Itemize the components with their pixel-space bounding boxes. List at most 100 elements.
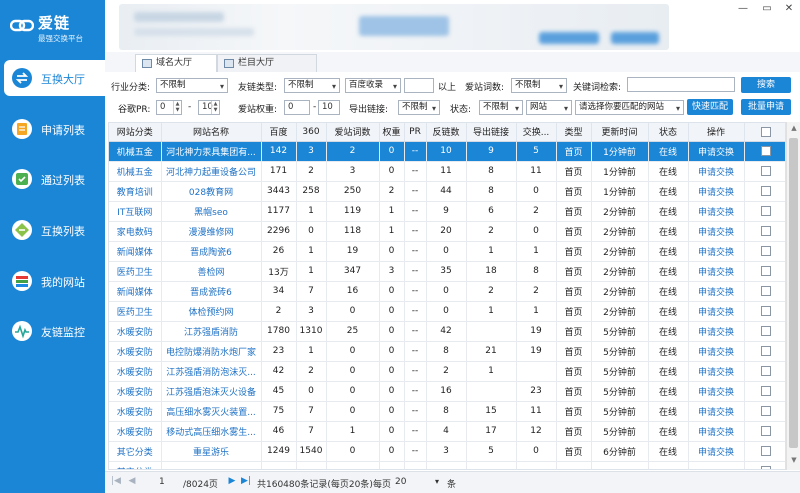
per-page-select[interactable]: 20: [395, 477, 406, 487]
apply-exchange-link[interactable]: 申请交换: [688, 321, 745, 342]
table-row[interactable]: 医药卫生 善检网 13万 1 347 3 -- 35 18 8 首页 2分钟前 在线 申请交换: [109, 261, 785, 282]
scrollbar-thumb[interactable]: [789, 138, 798, 448]
apply-exchange-link[interactable]: 申请交换: [688, 201, 745, 222]
table-row[interactable]: 其它分类: [109, 461, 785, 469]
apply-exchange-link[interactable]: 申请交换: [688, 401, 745, 422]
row-checkbox[interactable]: [760, 425, 771, 436]
site-name-cell[interactable]: 电控防爆消防水炮厂家: [161, 341, 262, 362]
nav-exchange-hall[interactable]: 互换大厅: [4, 60, 105, 96]
column-header[interactable]: 百度: [261, 123, 297, 142]
apply-exchange-link[interactable]: 申请交换: [688, 301, 745, 322]
column-header[interactable]: 交换...: [516, 123, 557, 142]
site-name-cell[interactable]: [161, 461, 262, 469]
table-row[interactable]: 水暖安防 高压细水雾灭火装置... 75 7 0 0 -- 8 15 11 首页 5分钟前 在线 申请交换: [109, 401, 785, 422]
site-name-cell[interactable]: 黑帽seo: [161, 201, 262, 222]
site-name-cell[interactable]: 晋成陶瓷6: [161, 241, 262, 262]
site-name-cell[interactable]: 江苏强盾消防: [161, 321, 262, 342]
industry-select[interactable]: 不限制 ▾: [156, 78, 228, 93]
apply-exchange-link[interactable]: 申请交换: [688, 261, 745, 282]
link-type-select[interactable]: 不限制 ▾: [284, 78, 340, 93]
row-checkbox[interactable]: [760, 305, 771, 316]
row-checkbox[interactable]: [760, 405, 771, 416]
table-row[interactable]: 机械五金 河北神力汞具集团有... 142 3 2 0 -- 10 9 5 首页 1分钟前 在线 申请交换: [109, 141, 785, 162]
apply-exchange-link[interactable]: 申请交换: [688, 161, 745, 182]
site-name-cell[interactable]: 善检网: [161, 261, 262, 282]
row-checkbox[interactable]: [760, 285, 771, 296]
apply-exchange-link[interactable]: 申请交换: [688, 361, 745, 382]
keyword-input[interactable]: [627, 77, 735, 92]
select-all-checkbox[interactable]: [760, 126, 771, 137]
baidu-index-input[interactable]: [404, 78, 434, 93]
apply-exchange-link[interactable]: 申请交换: [688, 381, 745, 402]
row-checkbox[interactable]: [760, 245, 771, 256]
table-row[interactable]: 教育培训 028教育网 3443 258 250 2 -- 44 8 0 首页 1分钟前 在线 申请交换: [109, 181, 785, 202]
close-icon[interactable]: ✕: [781, 2, 797, 16]
row-checkbox[interactable]: [760, 325, 771, 336]
nav-swap-list[interactable]: 互换列表: [0, 212, 105, 248]
last-page-icon[interactable]: ▶|: [241, 476, 251, 488]
apply-exchange-link[interactable]: 申请交换: [688, 141, 745, 162]
table-row[interactable]: 新闻媒体 晋成瓷砖6 34 7 16 0 -- 0 2 2 首页 2分钟前 在线 申请交换: [109, 281, 785, 302]
column-header[interactable]: 权重: [379, 123, 405, 142]
column-header[interactable]: 状态: [648, 123, 689, 142]
table-row[interactable]: 水暖安防 江苏强盾泡沫灭火设备 45 0 0 0 -- 16 23 首页 5分钟前 在线 申请交换: [109, 381, 785, 402]
row-checkbox[interactable]: [760, 345, 771, 356]
apply-exchange-link[interactable]: 申请交换: [688, 181, 745, 202]
table-row[interactable]: 新闻媒体 晋成陶瓷6 26 1 19 0 -- 0 1 1 首页 2分钟前 在线 申请交换: [109, 241, 785, 262]
site-name-cell[interactable]: 河北神力起重设备公司: [161, 161, 262, 182]
table-row[interactable]: 水暖安防 江苏强盾消防 1780 1310 25 0 -- 42 19 首页 5分钟前 在线 申请交换: [109, 321, 785, 342]
row-checkbox[interactable]: [760, 265, 771, 276]
row-checkbox[interactable]: [760, 465, 771, 469]
export-links-select[interactable]: 不限制 ▾: [398, 100, 440, 115]
table-row[interactable]: 水暖安防 移动式高压细水雾生... 46 7 1 0 -- 4 17 12 首页 5分钟前 在线 申请交换: [109, 421, 785, 442]
site-name-cell[interactable]: 河北神力汞具集团有...: [161, 141, 262, 162]
column-header[interactable]: 导出链接: [466, 123, 517, 142]
prev-page-icon[interactable]: ◀: [127, 476, 137, 488]
weight-from-input[interactable]: 0: [284, 100, 310, 115]
row-checkbox[interactable]: [760, 445, 771, 456]
nav-approved-list[interactable]: 通过列表: [0, 161, 105, 197]
column-header[interactable]: 更新时间: [591, 123, 649, 142]
nav-link-monitor[interactable]: 友链监控: [0, 313, 105, 349]
quick-match-button[interactable]: 快速匹配: [687, 99, 733, 115]
apply-exchange-link[interactable]: 申请交换: [688, 281, 745, 302]
table-row[interactable]: 机械五金 河北神力起重设备公司 171 2 3 0 -- 11 8 11 首页 1分钟前 在线 申请交换: [109, 161, 785, 182]
column-header[interactable]: PR: [404, 123, 427, 142]
apply-exchange-link[interactable]: 申请交换: [688, 221, 745, 242]
vertical-scrollbar[interactable]: ▲ ▼: [786, 122, 800, 470]
table-row[interactable]: IT互联网 黑帽seo 1177 1 119 1 -- 9 6 2 首页 2分钟前 在线 申请交换: [109, 201, 785, 222]
minimize-icon[interactable]: —: [735, 2, 751, 16]
match-site-select[interactable]: 请选择你要匹配的网站 ▾: [575, 100, 684, 115]
column-header[interactable]: 操作: [688, 123, 745, 142]
row-checkbox[interactable]: [760, 165, 771, 176]
table-row[interactable]: 其它分类 重星游乐 1249 1540 0 0 -- 3 5 0 首页 6分钟前 在线 申请交换: [109, 441, 785, 462]
nav-apply-list[interactable]: 申请列表: [0, 111, 105, 147]
table-row[interactable]: 医药卫生 体检预约网 2 3 0 0 -- 0 1 1 首页 2分钟前 在线 申请交换: [109, 301, 785, 322]
column-header[interactable]: [744, 123, 785, 142]
tab-domain-hall[interactable]: 域名大厅: [135, 54, 217, 72]
ad-banner[interactable]: [119, 4, 669, 50]
site-name-cell[interactable]: 漫漫维修网: [161, 221, 262, 242]
spinner-icon[interactable]: ▲ ▼: [173, 101, 181, 114]
site-name-cell[interactable]: 重星游乐: [161, 441, 262, 462]
batch-apply-button[interactable]: 批量申请: [741, 99, 791, 115]
next-page-icon[interactable]: ▶: [227, 476, 237, 488]
tab-column-hall[interactable]: 栏目大厅: [217, 54, 317, 72]
site-name-cell[interactable]: 移动式高压细水雾生...: [161, 421, 262, 442]
current-page-input[interactable]: 1: [159, 477, 165, 487]
status-select[interactable]: 不限制 ▾: [479, 100, 523, 115]
pr-to-input[interactable]: 10 ▲ ▼: [198, 100, 220, 115]
row-checkbox[interactable]: [760, 385, 771, 396]
site-name-cell[interactable]: 江苏强盾泡沫灭火设备: [161, 381, 262, 402]
column-header[interactable]: 爱站词数: [326, 123, 380, 142]
row-checkbox[interactable]: [760, 185, 771, 196]
table-row[interactable]: 水暖安防 江苏强盾消防泡沫灭... 42 2 0 0 -- 2 1 首页 5分钟前 在线 申请交换: [109, 361, 785, 382]
site-name-cell[interactable]: 028教育网: [161, 181, 262, 202]
site-select[interactable]: 网站 ▾: [526, 100, 572, 115]
apply-exchange-link[interactable]: 申请交换: [688, 421, 745, 442]
nav-my-sites[interactable]: 我的网站: [0, 263, 105, 299]
column-header[interactable]: 网站分类: [109, 123, 162, 142]
apply-exchange-link[interactable]: 申请交换: [688, 241, 745, 262]
site-name-cell[interactable]: 体检预约网: [161, 301, 262, 322]
apply-exchange-link[interactable]: 申请交换: [688, 341, 745, 362]
